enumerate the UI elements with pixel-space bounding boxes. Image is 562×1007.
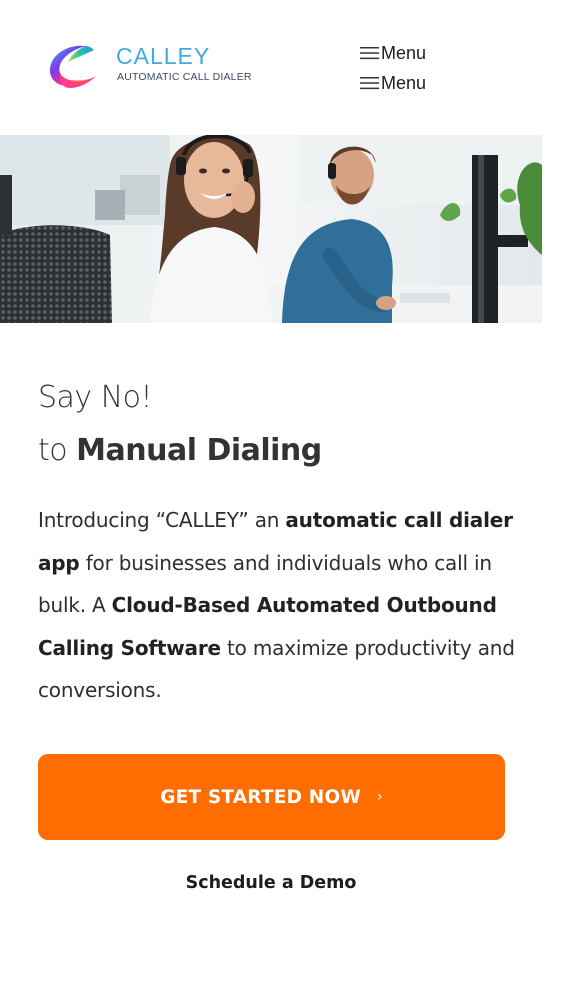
calley-logo[interactable]: CALLEY AUTOMATIC CALL DIALER (46, 40, 256, 92)
menu-label: Menu (381, 72, 427, 93)
headline-line-1: Say No! (38, 380, 153, 415)
headline-prefix: to (38, 433, 77, 468)
intro-paragraph: Introducing “CALLEY” an automatic call d… (38, 499, 524, 712)
get-started-button[interactable]: GET STARTED NOW › (38, 754, 505, 840)
hamburger-icon (360, 47, 379, 60)
call-center-photo (0, 135, 542, 323)
schedule-demo-link[interactable]: Schedule a Demo (0, 873, 542, 893)
calley-logo-mark-icon (49, 45, 96, 88)
chevron-right-icon: › (376, 789, 383, 805)
headline-emphasis: Manual Dialing (76, 433, 322, 468)
logo-tagline: AUTOMATIC CALL DIALER (117, 71, 252, 83)
headline-line-2: to Manual Dialing (38, 433, 322, 468)
menu-button-secondary[interactable]: Menu (360, 71, 426, 95)
intro-text-1: Introducing “CALLEY” an (38, 508, 286, 532)
get-started-label: GET STARTED NOW (160, 786, 361, 808)
menu-button[interactable]: Menu (360, 41, 426, 65)
site-header: CALLEY AUTOMATIC CALL DIALER Menu Menu (0, 0, 562, 135)
menu-label: Menu (381, 42, 427, 63)
hamburger-icon (360, 77, 379, 90)
logo-name: CALLEY (116, 43, 211, 69)
hero-image (0, 135, 542, 323)
